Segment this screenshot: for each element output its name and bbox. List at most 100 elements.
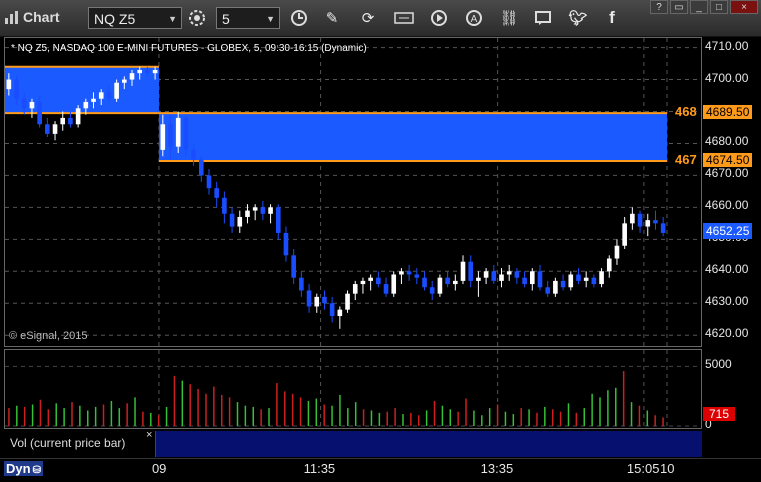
candle-body: [314, 296, 320, 307]
candle-body: [606, 258, 612, 272]
maximize-button[interactable]: □: [710, 0, 728, 14]
candle-body: [91, 98, 96, 102]
dyn-label: Dyn: [6, 461, 31, 476]
study-label-text: Vol (current price bar): [10, 436, 126, 450]
candle-body: [653, 220, 658, 224]
price-chart: [5, 38, 701, 346]
refresh-icon[interactable]: ⟳: [356, 7, 380, 29]
candle-body: [383, 284, 389, 294]
candle-body: [391, 274, 397, 294]
window-title-text: Chart: [23, 9, 60, 25]
candle-body: [322, 296, 327, 304]
candle-body: [106, 92, 112, 99]
lock-icon: ⛁: [32, 465, 41, 476]
volume-chart: [5, 350, 701, 428]
candle-body: [229, 213, 235, 227]
close-button[interactable]: ×: [730, 0, 758, 14]
close-icon[interactable]: ×: [146, 429, 152, 441]
candle-body: [414, 274, 420, 278]
chevron-down-icon[interactable]: ▼: [168, 8, 177, 30]
dock-button[interactable]: ▭: [670, 0, 688, 14]
candle-body: [299, 277, 304, 291]
symbol-field[interactable]: NQ Z5 ▼: [88, 7, 182, 29]
price-axis[interactable]: 4710.004700.004690.004680.004670.004660.…: [703, 37, 761, 433]
candle-body: [21, 98, 27, 109]
chart-window: Chart NQ Z5 ▼ 5 ▼ ✎ ⟳ A ⛓ 🐦︎ f ? ▭ _ □ ×…: [0, 0, 761, 482]
candle-body: [60, 117, 66, 125]
candle-body: [583, 277, 589, 281]
price-tick-label: 4640.00: [705, 262, 749, 277]
candle-body: [52, 124, 58, 134]
interval-field[interactable]: 5 ▼: [216, 7, 280, 29]
comment-icon[interactable]: [531, 7, 555, 29]
price-tick-label: 4710.00: [705, 38, 749, 53]
candle-body: [275, 207, 281, 233]
level-price-label: 4689.50: [703, 105, 753, 120]
candle-body: [591, 277, 597, 285]
candle-body: [345, 293, 350, 310]
candle-body: [45, 124, 50, 134]
get-icon[interactable]: [392, 7, 416, 29]
candle-body: [83, 101, 89, 109]
candle-body: [175, 117, 181, 147]
zone-1: [158, 113, 667, 162]
candle-body: [145, 69, 150, 74]
level-side-label: 467: [675, 152, 697, 168]
time-tick-label: 15:05: [626, 461, 660, 476]
candle-body: [453, 280, 458, 285]
candle-body: [545, 287, 550, 294]
candle-body: [553, 280, 558, 294]
candle-body: [445, 277, 450, 285]
facebook-icon[interactable]: f: [600, 7, 624, 29]
dynamic-mode-button[interactable]: Dyn ⛁: [4, 461, 43, 476]
candle-body: [460, 261, 466, 281]
candle-body: [245, 210, 250, 217]
candle-body: [514, 271, 520, 278]
pencil-icon[interactable]: ✎: [320, 7, 344, 29]
candle-body: [491, 271, 497, 281]
candle-body: [198, 159, 204, 176]
candle-body: [468, 261, 474, 281]
price-tick-label: 4660.00: [705, 198, 749, 213]
candle-body: [68, 117, 73, 125]
a-icon[interactable]: A: [462, 7, 486, 29]
candle-body: [360, 280, 366, 285]
window-title: Chart: [4, 9, 60, 25]
candle-body: [252, 207, 258, 211]
candle-body: [506, 271, 512, 275]
minimize-button[interactable]: _: [690, 0, 708, 14]
candle-body: [645, 220, 651, 227]
candle-body: [191, 149, 196, 160]
candle-body: [183, 117, 189, 150]
candle-body: [406, 271, 412, 275]
price-pane[interactable]: * NQ Z5, NASDAQ 100 E-MINI FUTURES - GLO…: [4, 37, 702, 347]
candle-body: [129, 73, 135, 80]
candle-body: [522, 277, 527, 285]
candle-body: [560, 280, 566, 288]
candle-body: [437, 277, 443, 294]
study-label[interactable]: Vol (current price bar): [4, 431, 156, 457]
candle-body: [260, 207, 266, 214]
play-icon[interactable]: [427, 7, 451, 29]
time-axis[interactable]: Dyn ⛁ 09 11:35 13:35 15:05 10: [0, 458, 761, 482]
candle-body: [529, 271, 535, 285]
link-icon[interactable]: ⛓: [497, 7, 521, 29]
chevron-down-icon[interactable]: ▼: [266, 8, 275, 30]
level-price-label: 4674.50: [703, 153, 753, 168]
twitter-icon[interactable]: 🐦︎: [566, 7, 590, 29]
candle-body: [98, 92, 104, 99]
volume-pane[interactable]: [4, 349, 702, 429]
candle-body: [568, 274, 574, 288]
clock-icon[interactable]: [287, 7, 311, 29]
candle-body: [14, 79, 19, 99]
help-button[interactable]: ?: [650, 0, 668, 14]
candle-body: [283, 232, 289, 256]
last-price-label: 4652.25: [703, 223, 753, 240]
chart-title: * NQ Z5, NASDAQ 100 E-MINI FUTURES - GLO…: [11, 43, 367, 54]
candle-body: [206, 175, 212, 189]
settings-icon[interactable]: [185, 7, 209, 29]
zone-0: [5, 66, 159, 114]
candle-body: [152, 69, 158, 74]
candle-body: [137, 69, 143, 74]
level-side-label: 468: [675, 104, 697, 120]
